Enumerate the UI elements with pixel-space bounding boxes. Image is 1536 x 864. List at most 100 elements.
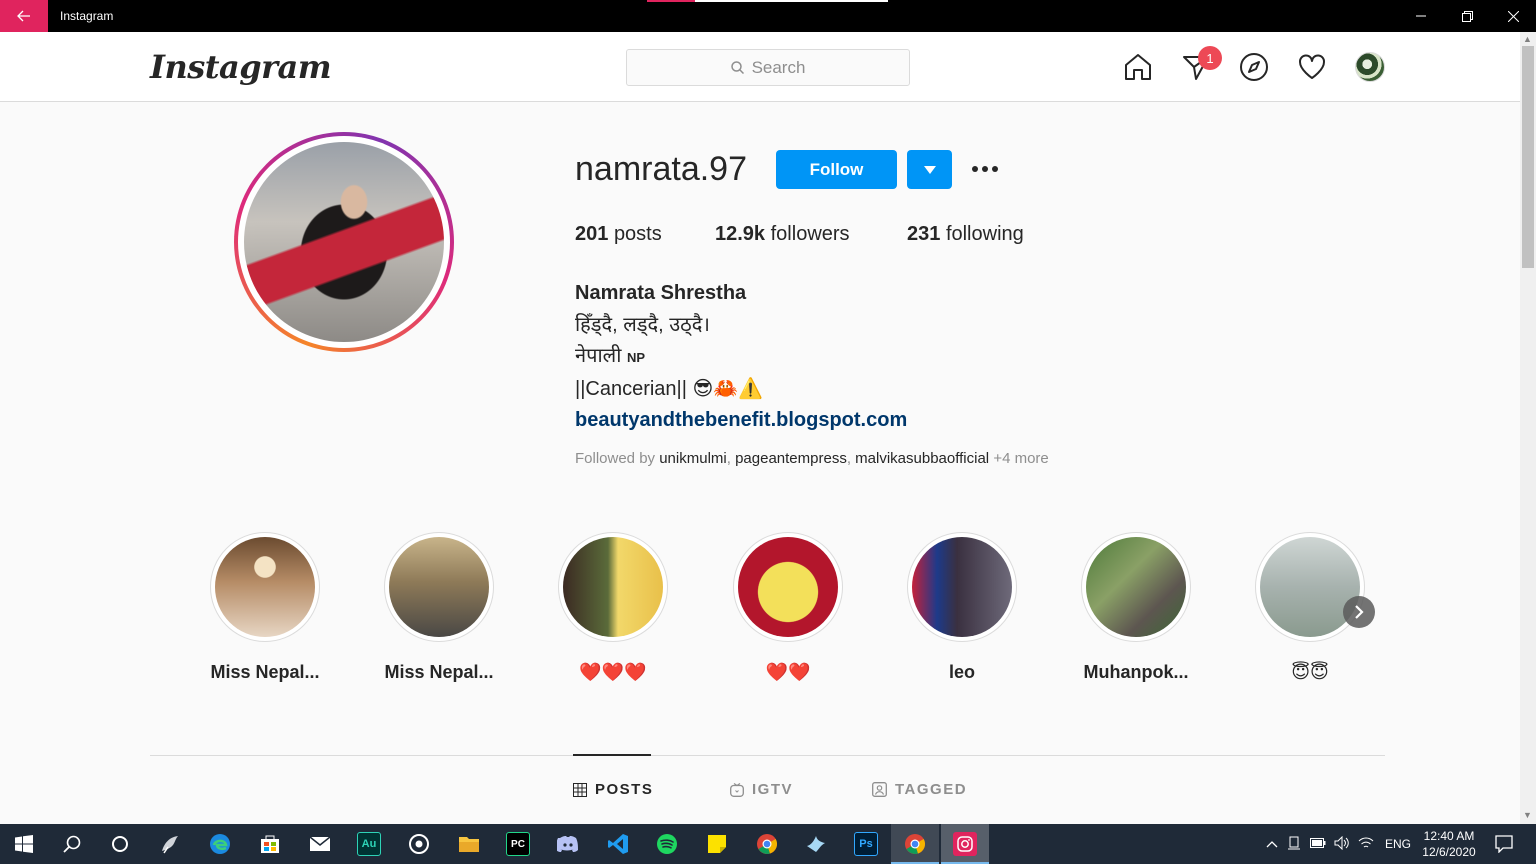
bio-line-1: हिँड्दै, लड्दै, उठ्दै। [575, 313, 711, 336]
edge-icon [210, 834, 230, 854]
taskbar-audition[interactable]: Au [357, 832, 381, 856]
igtv-icon [730, 782, 744, 797]
more-options-button[interactable] [968, 156, 1002, 182]
follower-link[interactable]: unikmulmi [659, 450, 727, 467]
tagged-icon [872, 782, 887, 797]
active-tab-indicator [573, 754, 651, 756]
highlights-next-button[interactable] [1343, 596, 1375, 628]
highlight-item[interactable]: ❤️❤️ [733, 532, 843, 682]
highlight-label: Miss Nepal... [210, 662, 320, 682]
highlight-cover [563, 537, 663, 637]
instagram-logo[interactable]: Instagram [150, 48, 332, 86]
system-tray: ENG [1262, 824, 1418, 864]
profile-stats: 201 posts 12.9k followers 231 following [575, 223, 1024, 246]
tab-igtv[interactable]: IGTV [730, 781, 793, 798]
cortana-button[interactable] [108, 832, 132, 856]
highlight-cover [738, 537, 838, 637]
follow-button[interactable]: Follow [776, 150, 897, 189]
minimize-icon [1416, 15, 1426, 17]
taskbar-store[interactable] [258, 832, 282, 856]
spotify-icon [657, 834, 677, 854]
taskbar-app-circle[interactable] [407, 832, 431, 856]
close-button[interactable] [1490, 0, 1536, 32]
more-dots-icon [972, 166, 978, 172]
highlight-label: ❤️❤️ [765, 662, 811, 682]
explore-button[interactable] [1237, 50, 1271, 84]
device-icon[interactable] [1282, 836, 1306, 853]
profile-bio: Namrata Shrestha हिँड्दै, लड्दै, उठ्दै। … [575, 278, 907, 437]
highlight-cover [215, 537, 315, 637]
bio-line-3: ||Cancerian|| 😎🦀⚠️ [575, 377, 764, 400]
caret-down-icon [923, 165, 936, 174]
posts-count: 201 posts [575, 223, 662, 245]
taskbar-photoshop[interactable]: Ps [854, 832, 878, 856]
highlight-item[interactable]: Muhanpok... [1081, 532, 1191, 682]
profile-username: namrata.97 [575, 150, 747, 188]
scroll-up-arrow-icon[interactable]: ▲ [1523, 34, 1532, 44]
discord-icon [557, 836, 578, 852]
taskbar-file-explorer[interactable] [457, 832, 481, 856]
search-input[interactable]: Search [626, 49, 910, 86]
taskbar-clock[interactable]: 12:40 AM 12/6/2020 [1418, 828, 1480, 860]
disc-app-icon [409, 834, 429, 854]
taskbar-discord[interactable] [556, 832, 580, 856]
activity-button[interactable] [1295, 50, 1329, 84]
chrome-icon [757, 834, 778, 854]
store-bag-icon [261, 835, 279, 853]
window-title: Instagram [60, 9, 114, 23]
taskbar-app-bird2[interactable] [804, 832, 828, 856]
tab-tagged[interactable]: TAGGED [872, 781, 967, 798]
follower-link[interactable]: pageantempress [735, 450, 847, 467]
taskbar-mail[interactable] [308, 832, 332, 856]
taskbar-edge[interactable] [208, 832, 232, 856]
scroll-down-arrow-icon[interactable]: ▼ [1523, 810, 1532, 820]
close-icon [1507, 10, 1519, 22]
taskbar-pycharm[interactable]: PC [506, 832, 530, 856]
profile-photo [244, 142, 444, 342]
language-indicator[interactable]: ENG [1378, 837, 1418, 851]
tab-posts[interactable]: POSTS [573, 781, 653, 798]
bio-website-link[interactable]: beautyandthebenefit.blogspot.com [575, 405, 907, 437]
taskbar-spotify[interactable] [655, 832, 679, 856]
back-button[interactable] [0, 0, 48, 32]
highlight-item[interactable]: leo [907, 532, 1017, 682]
restore-button[interactable] [1444, 0, 1490, 32]
wifi-icon[interactable] [1354, 836, 1378, 853]
home-button[interactable] [1121, 50, 1155, 84]
chrome-icon [905, 834, 926, 854]
followed-by[interactable]: Followed by unikmulmi, pageantempress, m… [575, 450, 1049, 467]
suggested-accounts-button[interactable] [907, 150, 952, 189]
page-scrollbar[interactable]: ▲ ▼ [1520, 32, 1536, 824]
bird-app-icon [162, 836, 178, 854]
app-header: Instagram Search 1 [0, 32, 1520, 102]
taskbar-chrome[interactable] [755, 832, 779, 856]
notifications-button[interactable] [1492, 832, 1516, 856]
battery-icon[interactable] [1306, 837, 1330, 851]
minimize-button[interactable] [1398, 0, 1444, 32]
highlight-item[interactable]: Miss Nepal... [210, 532, 320, 682]
search-icon [730, 61, 744, 74]
highlight-item[interactable]: Miss Nepal... [384, 532, 494, 682]
highlight-cover [1260, 537, 1360, 637]
profile-avatar-button[interactable] [1355, 52, 1385, 82]
scrollbar-thumb[interactable] [1522, 46, 1534, 268]
highlight-item[interactable]: 😇😇 [1255, 532, 1365, 682]
taskbar-instagram[interactable] [953, 832, 977, 856]
chevron-right-icon [1355, 605, 1364, 619]
highlight-item[interactable]: ❤️❤️❤️ [558, 532, 668, 682]
taskbar-sticky-notes[interactable] [705, 832, 729, 856]
following-count[interactable]: 231 following [907, 223, 1024, 246]
taskbar-search-button[interactable] [60, 832, 84, 856]
followers-count[interactable]: 12.9k followers [715, 223, 907, 246]
grid-icon [573, 782, 587, 797]
follower-link[interactable]: malvikasubbaofficial [855, 450, 989, 467]
taskbar-vscode[interactable] [606, 832, 630, 856]
chevron-up-icon[interactable] [1262, 837, 1282, 851]
taskbar-chrome-2[interactable] [903, 832, 927, 856]
instagram-icon [957, 836, 973, 852]
volume-icon[interactable] [1330, 835, 1354, 853]
profile-picture[interactable] [234, 132, 454, 352]
search-placeholder: Search [751, 57, 806, 77]
windows-start-button[interactable] [12, 832, 36, 856]
taskbar-app-bird[interactable] [158, 832, 182, 856]
